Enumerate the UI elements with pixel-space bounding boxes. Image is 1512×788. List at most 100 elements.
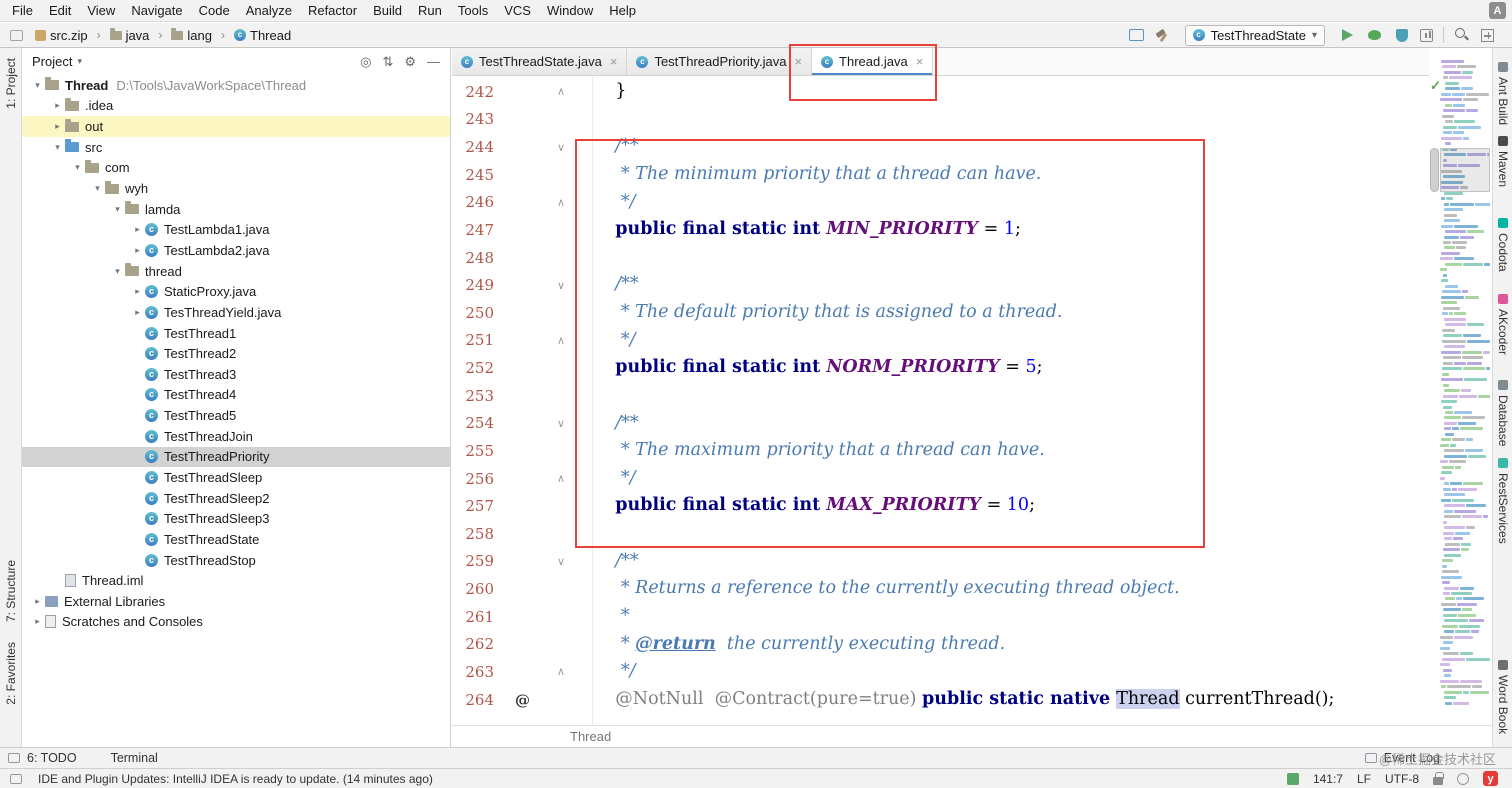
chevron-icon[interactable]: ▸ [130, 245, 145, 256]
tree-item-testthreadjoin[interactable]: TestThreadJoin [22, 426, 450, 447]
tree-item-testthread2[interactable]: TestThread2 [22, 343, 450, 364]
menu-item-analyze[interactable]: Analyze [238, 3, 300, 18]
status-widget-icon[interactable] [1457, 772, 1469, 785]
close-icon[interactable]: × [610, 54, 618, 69]
tool-windows-grid-icon[interactable] [1481, 28, 1494, 42]
line-separator[interactable]: LF [1357, 772, 1371, 786]
run-button[interactable] [1339, 27, 1356, 44]
search-icon[interactable] [1454, 27, 1471, 44]
fold-marker[interactable]: ∧ [551, 472, 571, 485]
preview-window-icon[interactable] [1128, 29, 1144, 41]
tree-item-external-libraries[interactable]: ▸ External Libraries [22, 591, 450, 612]
tool-button-codota[interactable]: Codota [1493, 218, 1512, 272]
fold-marker[interactable]: ∨ [551, 279, 571, 292]
menu-item-refactor[interactable]: Refactor [300, 3, 365, 18]
menu-item-window[interactable]: Window [539, 3, 601, 18]
tool-button-project[interactable]: 1: Project [0, 58, 22, 109]
fold-marker[interactable]: ∧ [551, 196, 571, 209]
menu-item-file[interactable]: File [4, 3, 41, 18]
fold-marker[interactable]: ∧ [551, 85, 571, 98]
chevron-icon[interactable]: ▸ [130, 307, 145, 318]
breadcrumb-item[interactable]: src.zip [33, 28, 90, 43]
tool-button-structure[interactable]: 7: Structure [0, 560, 22, 622]
tool-button-restservices[interactable]: RestServices [1493, 458, 1512, 544]
build-hammer-icon[interactable] [1154, 27, 1171, 44]
minimap-viewport[interactable] [1440, 148, 1490, 192]
profiler-button[interactable] [1420, 28, 1433, 42]
tool-button-word-book[interactable]: Word Book [1493, 660, 1512, 734]
tool-button-favorites[interactable]: 2: Favorites [0, 642, 22, 705]
project-view-selector[interactable]: Project ▾ [32, 54, 82, 69]
tree-item-.idea[interactable]: ▸ .idea [22, 96, 450, 117]
chevron-icon[interactable]: ▾ [30, 80, 45, 91]
editor-tab[interactable]: Thread.java × [812, 48, 934, 75]
youdao-icon[interactable]: y [1483, 771, 1498, 786]
tree-item-thread[interactable]: ▾ thread [22, 261, 450, 282]
hide-panel-icon[interactable]: — [427, 54, 440, 69]
editor-scrollbar[interactable] [1429, 76, 1440, 725]
terminal-tab[interactable]: Terminal [111, 751, 158, 765]
chevron-icon[interactable]: ▾ [50, 142, 65, 153]
tree-item-lamda[interactable]: ▾ lamda [22, 199, 450, 220]
window-icon[interactable] [10, 29, 23, 41]
todo-tab[interactable]: 6: TODO [27, 751, 77, 765]
minimap[interactable] [1440, 60, 1490, 712]
tree-item-com[interactable]: ▾ com [22, 158, 450, 179]
collapse-all-icon[interactable]: ⇅ [382, 54, 393, 70]
menu-item-tools[interactable]: Tools [450, 3, 496, 18]
tree-item-testthreadstop[interactable]: TestThreadStop [22, 550, 450, 571]
tool-window-toggle-icon[interactable] [8, 753, 20, 763]
chevron-icon[interactable]: ▾ [110, 204, 125, 215]
tool-button-ant-build[interactable]: Ant Build [1493, 62, 1512, 125]
menu-item-navigate[interactable]: Navigate [123, 3, 190, 18]
tree-item-testthread5[interactable]: TestThread5 [22, 405, 450, 426]
tree-item-testthreadpriority[interactable]: TestThreadPriority [22, 446, 450, 468]
chevron-icon[interactable]: ▸ [30, 616, 45, 627]
menu-item-vcs[interactable]: VCS [496, 3, 539, 18]
tree-item-testthreadsleep2[interactable]: TestThreadSleep2 [22, 488, 450, 509]
menu-item-view[interactable]: View [79, 3, 123, 18]
locate-file-icon[interactable]: ◎ [360, 54, 371, 70]
file-encoding[interactable]: UTF-8 [1385, 772, 1419, 786]
status-toolwindow-icon[interactable] [10, 773, 22, 784]
fold-marker[interactable]: ∨ [551, 141, 571, 154]
tool-button-maven[interactable]: Maven [1493, 136, 1512, 187]
menu-item-help[interactable]: Help [601, 3, 644, 18]
chevron-icon[interactable]: ▾ [90, 183, 105, 194]
breadcrumb-item[interactable]: lang [169, 28, 214, 43]
run-configuration-select[interactable]: TestThreadState ▾ [1184, 24, 1325, 46]
chevron-icon[interactable]: ▾ [110, 266, 125, 277]
breadcrumb-item[interactable]: Thread [570, 729, 611, 744]
tree-item-thread[interactable]: ▾ Thread D:\Tools\JavaWorkSpace\Thread [22, 75, 450, 96]
coverage-button[interactable] [1393, 27, 1410, 44]
tree-item-staticproxy.java[interactable]: ▸ StaticProxy.java [22, 281, 450, 302]
debug-button[interactable] [1366, 27, 1383, 44]
tree-item-thread.iml[interactable]: Thread.iml [22, 570, 450, 591]
breadcrumb-item[interactable]: java [108, 28, 152, 43]
close-icon[interactable]: × [916, 54, 924, 69]
tree-item-out[interactable]: ▸ out [22, 116, 450, 137]
tree-item-testthreadstate[interactable]: TestThreadState [22, 529, 450, 550]
tree-item-testthread1[interactable]: TestThread1 [22, 323, 450, 344]
menu-item-edit[interactable]: Edit [41, 3, 79, 18]
scrollbar-thumb[interactable] [1430, 148, 1439, 192]
tree-item-testlambda1.java[interactable]: ▸ TestLambda1.java [22, 219, 450, 240]
status-message[interactable]: IDE and Plugin Updates: IntelliJ IDEA is… [38, 772, 433, 786]
tree-item-scratches-and-consoles[interactable]: ▸ Scratches and Consoles [22, 612, 450, 633]
chevron-icon[interactable]: ▸ [30, 596, 45, 607]
tree-item-testhreadyield.java[interactable]: ▸ TesThreadYield.java [22, 302, 450, 323]
breadcrumb-item[interactable]: Thread [232, 28, 293, 43]
plugin-status-icon[interactable] [1286, 772, 1299, 785]
tree-item-testthread3[interactable]: TestThread3 [22, 364, 450, 385]
chevron-icon[interactable]: ▸ [130, 286, 145, 297]
tree-item-testthreadsleep3[interactable]: TestThreadSleep3 [22, 508, 450, 529]
tool-button-akcoder[interactable]: AKcoder [1493, 294, 1512, 355]
chevron-icon[interactable]: ▸ [50, 121, 65, 132]
menu-item-build[interactable]: Build [365, 3, 410, 18]
input-method-icon[interactable]: A [1489, 2, 1506, 19]
editor-tab[interactable]: TestThreadState.java × [452, 48, 628, 75]
chevron-icon[interactable]: ▸ [130, 224, 145, 235]
readonly-lock-icon[interactable] [1433, 771, 1444, 785]
code-viewport[interactable]: 242 ∧ 243 244 ∨ 245 246 ∧ 247 248 249 ∨ 250 251 ∧ 252 25… [452, 76, 1429, 725]
tree-item-testthreadsleep[interactable]: TestThreadSleep [22, 467, 450, 488]
